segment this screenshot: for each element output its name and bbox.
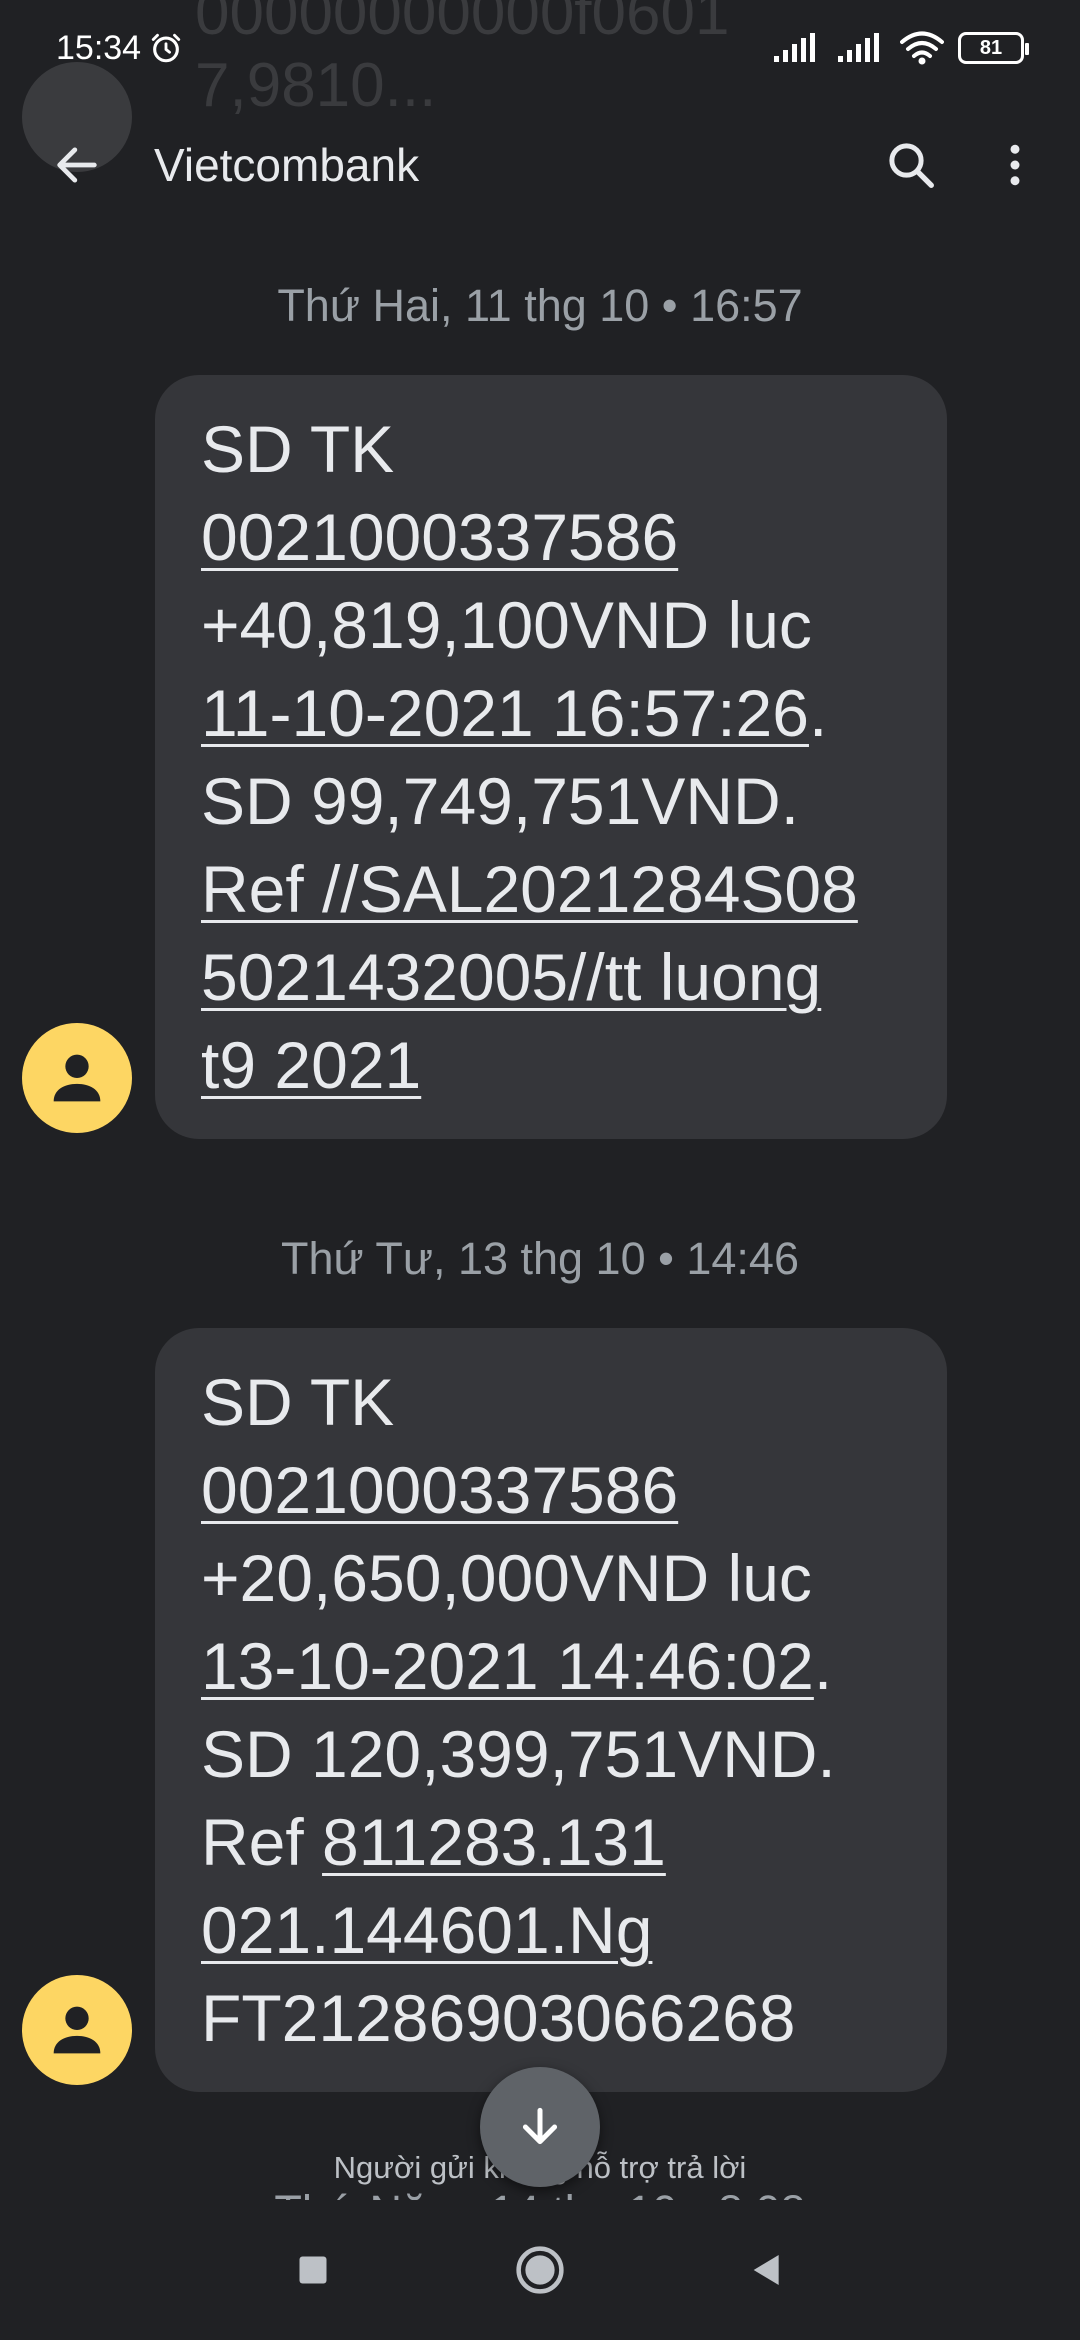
ref-prefix: Ref	[201, 1805, 323, 1879]
status-indicators: 81	[772, 31, 1029, 65]
signal-icon-sim2	[838, 33, 879, 62]
datetime-link[interactable]: 11-10-2021 16:57:26	[201, 676, 809, 750]
wifi-icon	[900, 31, 944, 65]
battery-level: 81	[979, 36, 1003, 59]
recents-button[interactable]	[268, 2225, 358, 2315]
arrow-down-icon	[522, 2107, 558, 2145]
reference-link[interactable]: 811283.131	[322, 1805, 666, 1879]
home-button[interactable]	[495, 2225, 585, 2315]
messages-screen: 00000000000f0601 7,9810... 15:34 81 Viet…	[0, 0, 1080, 2340]
message-line: FT21286903066268	[201, 1981, 796, 2055]
conversation-title: Vietcombank	[154, 139, 420, 191]
status-time: 15:34	[56, 28, 142, 67]
search-icon	[889, 143, 934, 188]
message-line: SD TK	[201, 1365, 395, 1439]
message-line: SD TK	[201, 412, 395, 486]
app-bar-actions	[876, 130, 1050, 200]
account-number-link[interactable]: 0021000337586	[201, 500, 678, 574]
more-vert-icon	[1010, 144, 1020, 186]
person-icon	[53, 2006, 101, 2054]
person-icon	[53, 1054, 101, 1102]
back-nav-button[interactable]	[722, 2225, 812, 2315]
alarm-icon	[151, 33, 181, 63]
message-line: +20,650,000VND luc	[201, 1541, 812, 1615]
sender-avatar[interactable]	[22, 1023, 132, 1133]
status-bar: 15:34 81	[0, 0, 1080, 96]
square-icon	[299, 2256, 327, 2284]
reference-link[interactable]: Ref //SAL2021284S08	[201, 852, 858, 926]
triangle-back-icon	[753, 2255, 779, 2285]
more-options-button[interactable]	[980, 130, 1050, 200]
reference-link[interactable]: 021.144601.Ng	[201, 1893, 652, 1967]
message-bubble[interactable]: SD TK 0021000337586 +20,650,000VND luc 1…	[155, 1328, 947, 2092]
signal-icon-sim1	[774, 33, 815, 62]
battery-icon: 81	[958, 32, 1029, 64]
message-line: +40,819,100VND luc	[201, 588, 812, 662]
datetime-link[interactable]: 13-10-2021 14:46:02	[201, 1629, 814, 1703]
message-bubble[interactable]: SD TK 0021000337586 +40,819,100VND luc 1…	[155, 375, 947, 1139]
date-separator: Thứ Tư, 13 thg 10 • 14:46	[281, 1233, 799, 1284]
app-bar: Vietcombank	[0, 110, 1080, 220]
sender-avatar[interactable]	[22, 1975, 132, 2085]
search-button[interactable]	[876, 130, 946, 200]
account-number-link[interactable]: 0021000337586	[201, 1453, 678, 1527]
message-punctuation: .	[808, 676, 828, 750]
message-line: SD 99,749,751VND.	[201, 764, 800, 838]
arrow-back-icon	[57, 147, 97, 183]
system-nav-bar	[0, 2200, 1080, 2340]
message-punctuation: .	[813, 1629, 833, 1703]
reference-link[interactable]: t9 2021	[201, 1028, 421, 1102]
back-button[interactable]	[42, 130, 112, 200]
circle-icon	[516, 2246, 564, 2294]
scroll-to-bottom-button[interactable]	[480, 2067, 600, 2187]
message-line: SD 120,399,751VND.	[201, 1717, 836, 1791]
date-separator: Thứ Hai, 11 thg 10 • 16:57	[277, 280, 803, 331]
reference-link[interactable]: 5021432005//tt luong	[201, 940, 821, 1014]
